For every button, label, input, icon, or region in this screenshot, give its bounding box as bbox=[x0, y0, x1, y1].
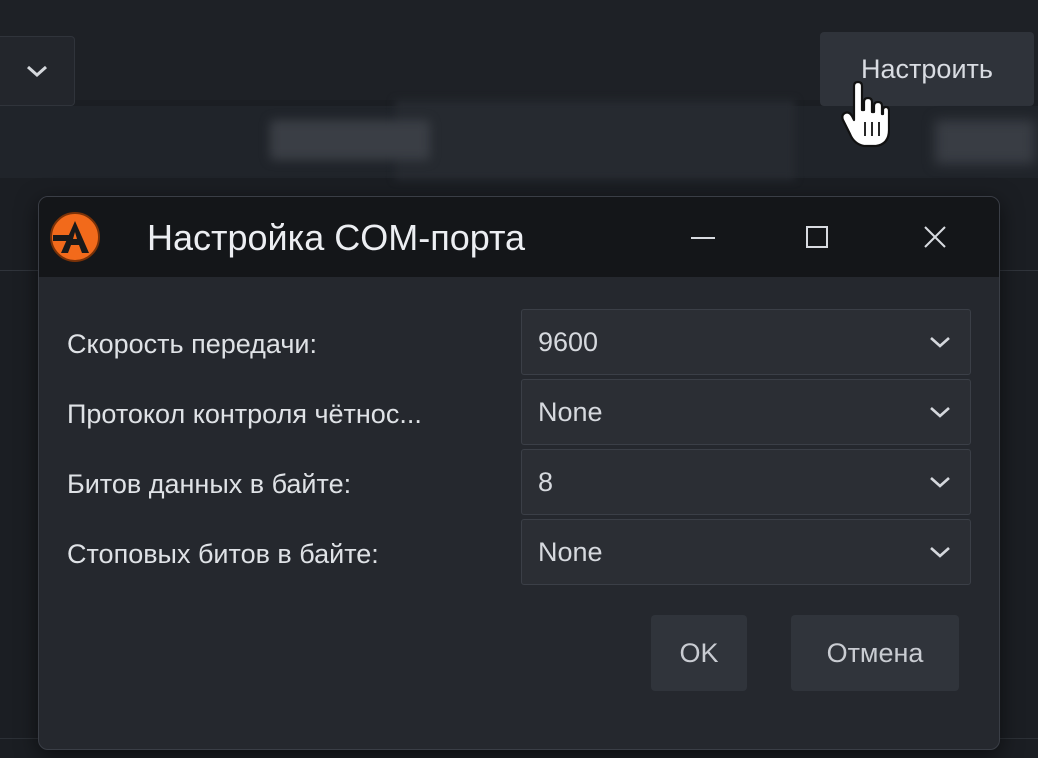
baud-rate-row: Скорость передачи: 9600 bbox=[67, 309, 977, 375]
parity-select[interactable]: None bbox=[521, 379, 971, 445]
app-logo-icon bbox=[50, 212, 100, 262]
chevron-down-icon bbox=[930, 547, 950, 558]
maximize-icon bbox=[806, 226, 828, 248]
baud-rate-select[interactable]: 9600 bbox=[521, 309, 971, 375]
data-bits-row: Битов данных в байте: 8 bbox=[67, 449, 977, 515]
data-bits-value: 8 bbox=[538, 467, 554, 497]
chevron-down-icon bbox=[930, 477, 950, 488]
stop-bits-select[interactable]: None bbox=[521, 519, 971, 585]
data-bits-label: Битов данных в байте: bbox=[67, 469, 352, 499]
stop-bits-value: None bbox=[538, 537, 603, 567]
dropdown-toggle-button[interactable] bbox=[0, 36, 75, 106]
minimize-icon bbox=[691, 237, 715, 239]
stop-bits-label: Стоповых битов в байте: bbox=[67, 539, 379, 569]
com-port-settings-dialog: Настройка COM-порта Скорость передачи: 9… bbox=[38, 196, 1000, 750]
parity-label: Протокол контроля чётнос... bbox=[67, 399, 422, 429]
dialog-title: Настройка COM-порта bbox=[147, 217, 526, 258]
cancel-button-label: Отмена bbox=[826, 637, 924, 668]
parity-row: Протокол контроля чётнос... None bbox=[67, 379, 977, 445]
ok-button-label: OK bbox=[679, 637, 719, 668]
blurred-text bbox=[270, 120, 430, 160]
blurred-content bbox=[395, 100, 795, 180]
ok-button[interactable]: OK bbox=[651, 615, 747, 691]
baud-rate-label: Скорость передачи: bbox=[67, 329, 318, 359]
minimize-button[interactable] bbox=[673, 211, 733, 263]
stop-bits-row: Стоповых битов в байте: None bbox=[67, 519, 977, 585]
baud-rate-value: 9600 bbox=[538, 327, 599, 357]
close-icon bbox=[924, 226, 946, 248]
chevron-down-icon bbox=[930, 337, 950, 348]
hand-cursor-icon bbox=[841, 80, 890, 148]
close-button[interactable] bbox=[905, 211, 965, 263]
chevron-down-icon bbox=[930, 407, 950, 418]
blurred-text bbox=[935, 120, 1035, 164]
chevron-down-icon bbox=[27, 65, 47, 78]
data-bits-select[interactable]: 8 bbox=[521, 449, 971, 515]
parity-value: None bbox=[538, 397, 603, 427]
dialog-titlebar[interactable]: Настройка COM-порта bbox=[39, 197, 999, 277]
maximize-button[interactable] bbox=[787, 211, 847, 263]
cancel-button[interactable]: Отмена bbox=[791, 615, 959, 691]
